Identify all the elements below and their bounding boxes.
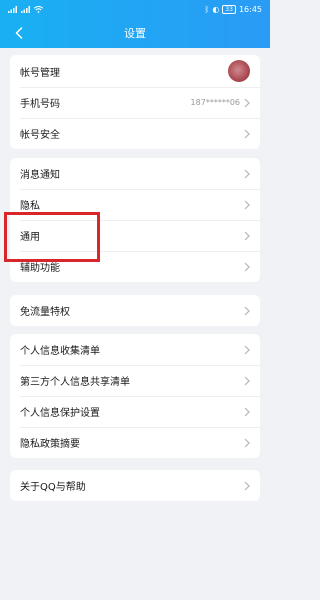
account-manage-row[interactable]: 帐号管理 [10,55,260,87]
chevron-right-icon [244,481,250,490]
chevron-right-icon [244,345,250,354]
back-arrow-icon [15,27,23,39]
chevron-right-icon [244,306,250,315]
account-card: 帐号管理 手机号码 187******06 帐号安全 [10,55,260,149]
header-bar: ᛒ ◐ 33 16:45 设置 [0,0,270,48]
account-security-row[interactable]: 帐号安全 [10,118,260,149]
phone-value: 187******06 [190,98,240,107]
traffic-row[interactable]: 免流量特权 [10,295,260,326]
status-time: 16:45 [238,4,262,14]
info-collect-row[interactable]: 个人信息收集清单 [10,334,260,365]
chevron-right-icon [244,231,250,240]
personal-info-card: 个人信息收集清单 第三方个人信息共享清单 个人信息保护设置 隐私政策摘要 [10,334,260,458]
chevron-right-icon [244,262,250,271]
chevron-right-icon [244,376,250,385]
about-label: 关于QQ与帮助 [20,482,86,493]
account-manage-label: 帐号管理 [20,67,60,79]
traffic-card: 免流量特权 [10,295,260,326]
status-bar: ᛒ ◐ 33 16:45 [0,0,270,18]
chevron-right-icon [244,129,250,138]
highlight-box [4,212,100,262]
chevron-right-icon [244,200,250,209]
chevron-right-icon [244,407,250,416]
about-row[interactable]: 关于QQ与帮助 [10,470,260,501]
mute-icon: ◐ [212,4,220,14]
page-title: 设置 [124,27,146,40]
info-collect-label: 个人信息收集清单 [20,346,100,357]
avatar [228,60,250,82]
signal-2-icon [21,5,30,13]
privacy-policy-label: 隐私政策摘要 [20,439,80,450]
signal-icon [8,5,17,13]
third-party-share-row[interactable]: 第三方个人信息共享清单 [10,365,260,396]
notify-row[interactable]: 消息通知 [10,158,260,189]
traffic-label: 免流量特权 [20,307,70,318]
info-protect-label: 个人信息保护设置 [20,408,100,419]
info-protect-row[interactable]: 个人信息保护设置 [10,396,260,427]
chevron-right-icon [244,438,250,447]
back-button[interactable] [8,22,30,44]
phone-row[interactable]: 手机号码 187******06 [10,87,260,118]
third-party-share-label: 第三方个人信息共享清单 [20,377,130,388]
chevron-right-icon [244,98,250,107]
account-security-label: 帐号安全 [20,130,60,141]
wifi-icon [34,5,43,13]
about-card: 关于QQ与帮助 [10,470,260,501]
privacy-policy-row[interactable]: 隐私政策摘要 [10,427,260,458]
chevron-right-icon [244,169,250,178]
notify-label: 消息通知 [20,170,60,181]
phone-label: 手机号码 [20,99,60,110]
privacy-label: 隐私 [20,201,40,212]
bluetooth-icon: ᛒ [204,4,210,14]
navigation-bar: 设置 [0,18,270,48]
battery-icon: 33 [222,4,236,14]
